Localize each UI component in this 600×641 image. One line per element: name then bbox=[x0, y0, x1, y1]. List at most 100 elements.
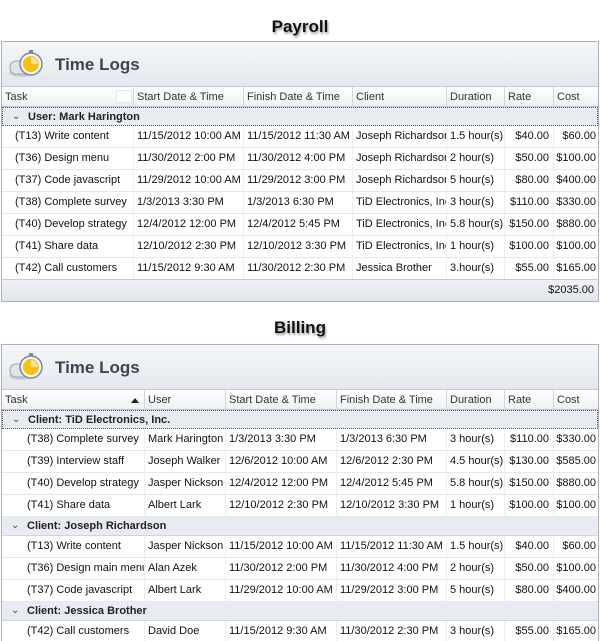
column-header-finish[interactable]: Finish Date & Time bbox=[337, 390, 447, 410]
table-row[interactable]: (T42) Call customers David Doe 11/15/201… bbox=[2, 621, 598, 641]
group-row-user[interactable]: ⌄ User: Mark Harington bbox=[2, 107, 598, 126]
payroll-total-footer: $2035.00 bbox=[2, 279, 598, 301]
cell-finish: 11/30/2012 4:00 PM bbox=[337, 558, 447, 580]
table-row[interactable]: (T40) Develop strategy 12/4/2012 12:00 P… bbox=[2, 214, 598, 236]
cell-task: (T37) Code javascript bbox=[24, 580, 145, 602]
cell-task: (T40) Develop strategy bbox=[12, 214, 134, 236]
table-row[interactable]: (T41) Share data 12/10/2012 2:30 PM 12/1… bbox=[2, 236, 598, 258]
group-label: User: Mark Harington bbox=[28, 111, 140, 123]
cell-client: TiD Electronics, Inc bbox=[353, 192, 447, 214]
table-row[interactable]: (T13) Write content Jasper Nickson 11/15… bbox=[2, 536, 598, 558]
cell-task: (T13) Write content bbox=[12, 126, 134, 148]
column-header-start[interactable]: Start Date & Time bbox=[134, 87, 244, 107]
cell-start: 12/10/2012 2:30 PM bbox=[134, 236, 244, 258]
group-row-client[interactable]: ⌄ Client: TiD Electronics, Inc. bbox=[2, 410, 598, 429]
cell-user: Jasper Nickson bbox=[145, 536, 226, 558]
column-header-client[interactable]: Client bbox=[353, 87, 447, 107]
cell-task: (T39) Interview staff bbox=[24, 451, 145, 473]
cell-task: (T41) Share data bbox=[24, 495, 145, 517]
stopwatch-icon bbox=[9, 50, 43, 77]
cell-rate: $150.00 bbox=[505, 473, 554, 495]
cell-rate: $40.00 bbox=[505, 126, 554, 148]
table-row[interactable]: (T38) Complete survey 1/3/2013 3:30 PM 1… bbox=[2, 192, 598, 214]
cell-task: (T41) Share data bbox=[12, 236, 134, 258]
table-row[interactable]: (T42) Call customers 11/15/2012 9:30 AM … bbox=[2, 258, 598, 280]
table-row[interactable]: (T37) Code javascript Albert Lark 11/29/… bbox=[2, 580, 598, 602]
cell-cost: $400.00 bbox=[556, 174, 596, 186]
cell-finish: 11/15/2012 11:30 AM bbox=[337, 536, 447, 558]
cell-duration: 1 hour(s) bbox=[447, 495, 505, 517]
cell-start: 11/30/2012 2:00 PM bbox=[226, 558, 337, 580]
table-row[interactable]: (T37) Code javascript 11/29/2012 10:00 A… bbox=[2, 170, 598, 192]
cell-user: Albert Lark bbox=[145, 495, 226, 517]
sort-ascending-icon[interactable] bbox=[131, 398, 139, 403]
cell-start: 11/15/2012 9:30 AM bbox=[226, 621, 337, 641]
cell-cost: $100.00 bbox=[556, 499, 596, 511]
cell-finish: 11/30/2012 2:30 PM bbox=[337, 621, 447, 641]
table-row[interactable]: (T38) Complete survey Mark Harington 1/3… bbox=[2, 429, 598, 451]
group-label: Client: TiD Electronics, Inc. bbox=[28, 414, 171, 426]
cell-cost: $330.00 bbox=[556, 196, 596, 208]
column-filter-box[interactable] bbox=[116, 90, 132, 103]
billing-section-title: Billing bbox=[274, 318, 326, 337]
cell-duration: 5.8 hour(s) bbox=[447, 473, 505, 495]
column-header-user[interactable]: User bbox=[145, 390, 226, 410]
column-header-rate[interactable]: Rate bbox=[505, 87, 554, 107]
group-row-client[interactable]: ⌄ Client: Jessica Brother bbox=[2, 602, 598, 621]
payroll-column-header: Task Start Date & Time Finish Date & Tim… bbox=[2, 87, 598, 107]
table-row[interactable]: (T40) Develop strategy Jasper Nickson 12… bbox=[2, 473, 598, 495]
total-cost: $2035.00 bbox=[548, 284, 594, 296]
cell-duration: 1.5 hour(s) bbox=[447, 536, 505, 558]
cell-duration: 3.hour(s) bbox=[447, 258, 505, 280]
cell-cost: $100.00 bbox=[556, 152, 596, 164]
table-row[interactable]: (T36) Design menu 11/30/2012 2:00 PM 11/… bbox=[2, 148, 598, 170]
column-header-cost[interactable]: Cost bbox=[554, 87, 598, 107]
cell-duration: 3 hour(s) bbox=[447, 429, 505, 451]
cell-rate: $100.00 bbox=[505, 236, 554, 258]
column-header-duration[interactable]: Duration bbox=[447, 87, 505, 107]
cell-start: 1/3/2013 3:30 PM bbox=[226, 429, 337, 451]
cell-cost: $880.00 bbox=[556, 218, 596, 230]
column-header-duration[interactable]: Duration bbox=[447, 390, 505, 410]
column-header-start[interactable]: Start Date & Time bbox=[226, 390, 337, 410]
cell-finish: 12/10/2012 3:30 PM bbox=[244, 236, 353, 258]
cell-rate: $40.00 bbox=[505, 536, 554, 558]
cell-task: (T36) Design main menu bbox=[24, 558, 145, 580]
table-row[interactable]: (T13) Write content 11/15/2012 10:00 AM … bbox=[2, 126, 598, 148]
cell-finish: 1/3/2013 6:30 PM bbox=[244, 192, 353, 214]
chevron-down-icon[interactable]: ⌄ bbox=[12, 108, 20, 126]
cell-rate: $80.00 bbox=[505, 580, 554, 602]
column-header-cost[interactable]: Cost bbox=[554, 390, 598, 410]
cell-finish: 12/6/2012 2:30 PM bbox=[337, 451, 447, 473]
cell-rate: $110.00 bbox=[505, 192, 554, 214]
cell-rate: $80.00 bbox=[505, 170, 554, 192]
column-header-rate[interactable]: Rate bbox=[505, 390, 554, 410]
cell-duration: 5 hour(s) bbox=[447, 170, 505, 192]
cell-finish: 11/15/2012 11:30 AM bbox=[244, 126, 353, 148]
chevron-down-icon[interactable]: ⌄ bbox=[11, 602, 19, 620]
cell-cost: $165.00 bbox=[556, 262, 596, 274]
cell-start: 11/29/2012 10:00 AM bbox=[226, 580, 337, 602]
cell-start: 12/4/2012 12:00 PM bbox=[134, 214, 244, 236]
cell-task: (T13) Write content bbox=[24, 536, 145, 558]
table-row[interactable]: (T41) Share data Albert Lark 12/10/2012 … bbox=[2, 495, 598, 517]
billing-time-logs-panel: Time Logs Task User Start Date & Time Fi… bbox=[1, 344, 599, 641]
group-row-client[interactable]: ⌄ Client: Joseph Richardson bbox=[2, 517, 598, 536]
column-header-task[interactable]: Task bbox=[2, 87, 134, 107]
cell-start: 12/6/2012 10:00 AM bbox=[226, 451, 337, 473]
stopwatch-icon bbox=[9, 353, 43, 380]
table-row[interactable]: (T39) Interview staff Joseph Walker 12/6… bbox=[2, 451, 598, 473]
column-header-finish[interactable]: Finish Date & Time bbox=[244, 87, 353, 107]
billing-column-header: Task User Start Date & Time Finish Date … bbox=[2, 390, 598, 410]
cell-rate: $150.00 bbox=[505, 214, 554, 236]
chevron-down-icon[interactable]: ⌄ bbox=[12, 411, 20, 429]
cell-finish: 11/30/2012 2:30 PM bbox=[244, 258, 353, 280]
cell-start: 12/10/2012 2:30 PM bbox=[226, 495, 337, 517]
cell-task: (T38) Complete survey bbox=[24, 429, 145, 451]
payroll-panel-header: Time Logs bbox=[2, 42, 598, 87]
cell-start: 11/15/2012 10:00 AM bbox=[226, 536, 337, 558]
column-header-task[interactable]: Task bbox=[2, 390, 145, 410]
cell-task: (T37) Code javascript bbox=[12, 170, 134, 192]
table-row[interactable]: (T36) Design main menu Alan Azek 11/30/2… bbox=[2, 558, 598, 580]
chevron-down-icon[interactable]: ⌄ bbox=[11, 517, 19, 535]
